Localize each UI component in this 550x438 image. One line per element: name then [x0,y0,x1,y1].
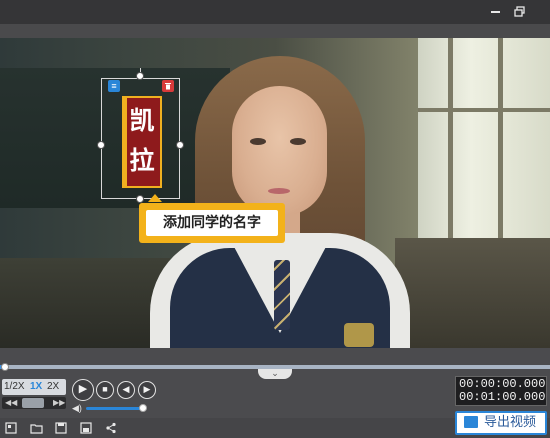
sticker-menu-button[interactable]: ≡ [108,80,120,92]
student-face [232,86,327,216]
previous-icon: ◀ [122,384,130,394]
save-as-icon [80,422,92,434]
sticker-delete-button[interactable] [162,80,174,92]
student-tie [274,260,290,330]
next-icon: ▶ [143,384,151,394]
open-folder-button[interactable] [28,420,44,436]
next-frame-button[interactable]: ▶ [138,381,156,399]
stop-button[interactable]: ■ [96,381,114,399]
desk-left [0,258,170,348]
tooltip-text: 添加同学的名字 [146,210,278,236]
student-eye-left [250,138,266,145]
save-as-button[interactable] [78,420,94,436]
speed-down-icon[interactable]: ◀◀ [5,397,17,409]
stop-icon: ■ [102,384,108,394]
folder-icon [29,424,43,434]
new-project-icon [5,422,17,434]
speed-option-half[interactable]: 1/2X [4,381,25,393]
sticker-char-1: 凯 [129,106,155,135]
restore-icon [513,6,525,17]
restore-button[interactable] [510,3,528,21]
total-time: 00:01:00.000 [459,390,546,404]
play-icon: ▶ [78,383,88,395]
desk-right [395,238,550,348]
video-preview[interactable] [0,38,550,348]
volume-slider[interactable] [86,407,144,410]
save-button[interactable] [53,420,69,436]
chevron-down-icon: ⌄ [271,368,279,378]
minimize-button[interactable] [486,3,504,21]
classroom-window [418,38,550,238]
new-project-button[interactable] [3,420,19,436]
tooltip-arrow [148,194,162,202]
top-divider [0,24,550,38]
student-eye-right [290,138,306,145]
export-video-label: 导出视频 [484,415,537,430]
resize-handle-bottom[interactable] [136,195,144,203]
save-icon [55,422,67,434]
share-button[interactable] [103,420,119,436]
title-bar [0,0,550,24]
rotate-handle[interactable] [136,72,144,80]
menu-icon: ≡ [111,81,117,91]
video-editor-window: 凯 拉 ≡ 添加同学的名字 ⌄ 1/2X 1X 2X ◀◀ ▶▶ ▶ ■ ◀ ▶ [0,0,550,438]
previous-frame-button[interactable]: ◀ [117,381,135,399]
share-icon [106,422,116,434]
collapse-panel-button[interactable]: ⌄ [258,369,292,379]
speed-option-1x[interactable]: 1X [30,381,42,393]
trash-icon [165,83,171,90]
school-badge [344,323,374,347]
timeline-playhead[interactable] [1,363,9,371]
speed-up-icon[interactable]: ▶▶ [53,397,65,409]
student-mouth [268,188,290,194]
export-icon [464,416,478,428]
minimize-icon [490,11,500,13]
resize-handle-left[interactable] [97,141,105,149]
resize-handle-right[interactable] [176,141,184,149]
volume-icon[interactable]: ◀) [72,403,82,413]
speed-slider-thumb[interactable] [22,398,44,408]
play-button[interactable]: ▶ [72,379,94,401]
speed-option-2x[interactable]: 2X [47,381,59,393]
sticker-char-2: 拉 [129,146,155,175]
volume-slider-thumb[interactable] [139,404,147,412]
